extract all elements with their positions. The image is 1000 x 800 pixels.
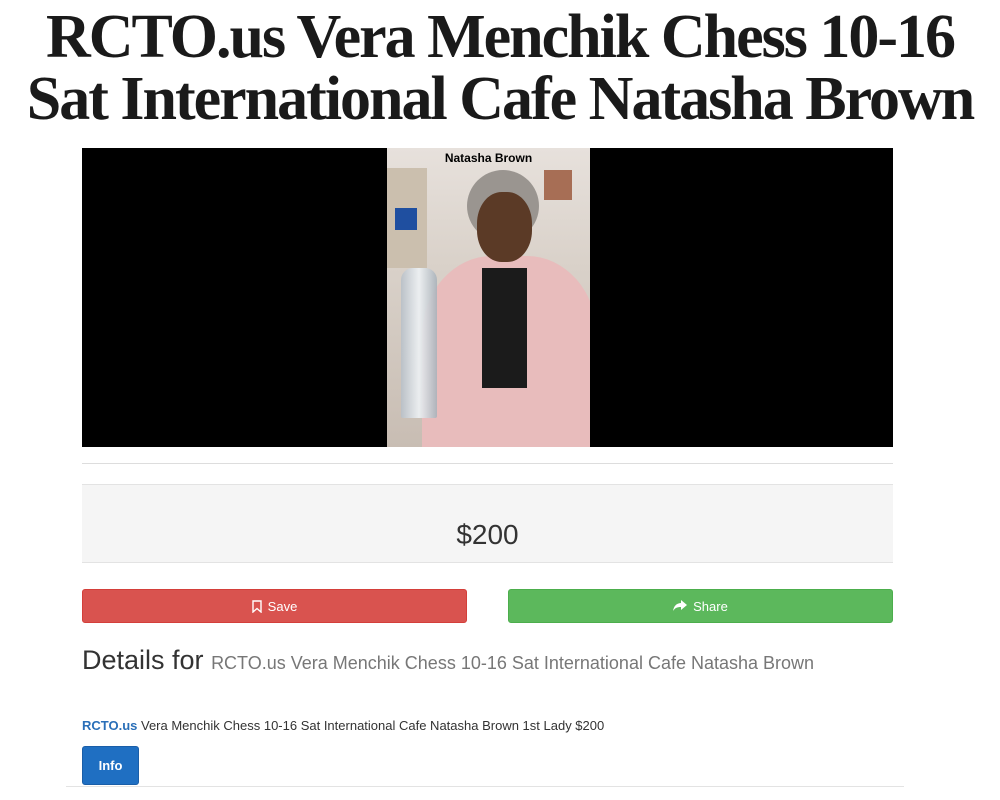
save-button[interactable]: Save (82, 589, 467, 623)
photo-caption: Natasha Brown (444, 151, 533, 165)
divider (82, 463, 893, 464)
product-photo[interactable]: Natasha Brown (387, 148, 590, 447)
trophy (401, 268, 437, 418)
price-value: $200 (456, 519, 519, 550)
details-heading-label: Details for (82, 645, 204, 675)
photo-background-sign (395, 208, 417, 230)
details-subheading: RCTO.us Vera Menchik Chess 10-16 Sat Int… (211, 653, 815, 673)
description-text: Vera Menchik Chess 10-16 Sat Internation… (137, 718, 605, 733)
bottom-divider (66, 786, 904, 787)
share-button[interactable]: Share (508, 589, 893, 623)
person-face (477, 192, 532, 262)
bookmark-icon (251, 599, 262, 613)
site-link[interactable]: RCTO.us (82, 718, 137, 733)
share-button-label: Share (693, 598, 728, 614)
person-shirt (482, 268, 527, 388)
info-button[interactable]: Info (82, 746, 139, 785)
media-viewer: Natasha Brown (82, 148, 893, 447)
details-heading: Details for RCTO.us Vera Menchik Chess 1… (82, 645, 814, 676)
photo-background-frame (544, 170, 572, 200)
price-panel: $200 (82, 484, 893, 563)
page-title: RCTO.us Vera Menchik Chess 10-16 Sat Int… (26, 3, 975, 133)
description: RCTO.us Vera Menchik Chess 10-16 Sat Int… (82, 718, 604, 733)
save-button-label: Save (267, 598, 298, 614)
share-arrow-icon (673, 600, 688, 612)
